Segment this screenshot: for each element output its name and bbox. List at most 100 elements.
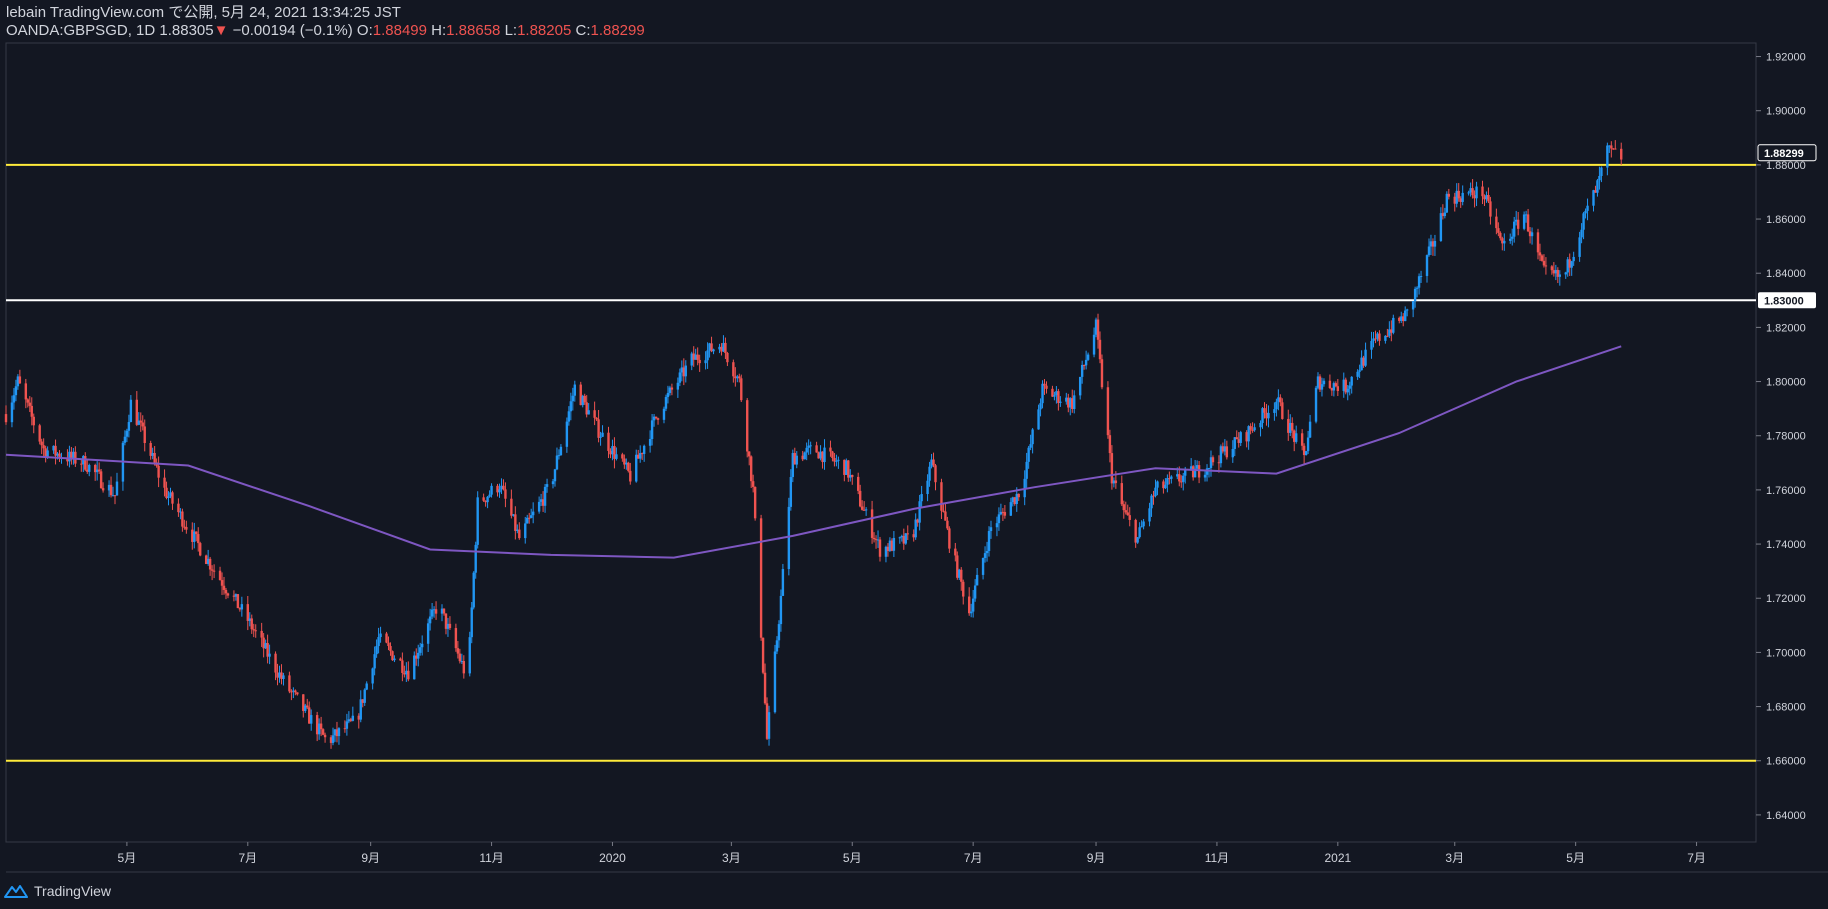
candle-body <box>1203 474 1207 478</box>
candle-body <box>555 455 559 470</box>
candle <box>662 406 666 424</box>
candle-body <box>1336 386 1340 391</box>
candle <box>149 440 152 460</box>
candle <box>1134 518 1137 548</box>
time-tick-label: 5月 <box>118 851 137 865</box>
tradingview-brand[interactable]: TradingView <box>4 880 111 902</box>
price-tick-label: 1.84000 <box>1766 268 1806 280</box>
candle-body <box>1564 272 1567 275</box>
time-tick-label: 5月 <box>1566 851 1585 865</box>
candle-body <box>1610 145 1613 149</box>
candle-body <box>537 501 541 512</box>
candle-body <box>1356 371 1359 377</box>
candle-body <box>864 509 868 511</box>
price-tick-label: 1.70000 <box>1766 647 1806 659</box>
candle-body <box>872 537 876 540</box>
candle-body <box>1584 210 1587 214</box>
candle-body <box>795 455 798 465</box>
candle <box>448 616 452 631</box>
candle <box>1501 236 1504 251</box>
candle-body <box>371 668 374 684</box>
candle-body <box>1404 310 1407 322</box>
candle <box>898 536 902 544</box>
candle-body <box>46 450 49 458</box>
candle-body <box>1259 423 1262 428</box>
candle-body <box>1457 190 1460 199</box>
candle <box>684 360 687 383</box>
candle <box>761 637 765 675</box>
candle-body <box>860 506 864 510</box>
candle-body <box>829 447 832 452</box>
price-chart[interactable]: 1.64000 1.66000 1.68000 1.70000 1.72000 1.740… <box>0 0 1828 909</box>
candle-body <box>40 441 43 446</box>
candle-body <box>1037 409 1040 430</box>
candle-body <box>627 462 630 471</box>
candle-body <box>84 456 87 470</box>
candle-body <box>254 630 257 632</box>
candle-body <box>181 511 184 527</box>
candle <box>250 614 253 634</box>
candle <box>870 500 874 544</box>
candle-body <box>1108 435 1112 454</box>
candle-body <box>1417 276 1421 288</box>
candle-body <box>428 616 432 624</box>
candle-body <box>823 447 826 463</box>
candle <box>1526 208 1530 233</box>
candle <box>1314 385 1318 424</box>
candle <box>526 514 529 524</box>
candle-body <box>157 465 160 478</box>
candle <box>555 447 559 471</box>
candle-body <box>1614 148 1617 150</box>
chart-frame <box>5 42 1828 873</box>
candle-body <box>1178 474 1181 482</box>
candle-body <box>1320 384 1324 390</box>
candle <box>1120 475 1123 507</box>
candle-body <box>1580 229 1583 238</box>
candle-body <box>1606 145 1609 168</box>
candle-body <box>946 520 949 529</box>
candle-body <box>954 548 957 556</box>
candle-body <box>1156 481 1159 488</box>
candle-body <box>434 609 438 614</box>
candle <box>266 634 269 664</box>
candle-body <box>932 459 935 466</box>
candle <box>518 522 521 540</box>
candle-body <box>12 395 16 403</box>
candle-body <box>878 539 882 557</box>
candle <box>914 513 917 540</box>
candle <box>1100 354 1104 390</box>
candle <box>803 451 806 460</box>
candle <box>486 495 489 509</box>
candle-body <box>139 420 142 423</box>
candle-body <box>724 342 727 353</box>
candle-body <box>789 477 793 507</box>
candle-body <box>1154 487 1157 497</box>
candle-body <box>1253 427 1256 431</box>
candle <box>1295 425 1298 444</box>
candle-body <box>1273 409 1276 413</box>
candle <box>1267 405 1270 428</box>
candle-body <box>989 527 993 532</box>
candle-body <box>177 503 180 513</box>
candle <box>1197 461 1201 484</box>
candle-body <box>32 416 35 426</box>
candle-body <box>1122 504 1125 511</box>
candle <box>109 476 113 498</box>
candle <box>997 507 1001 531</box>
candle <box>177 498 180 517</box>
candle-body <box>1370 340 1373 350</box>
candle-body <box>296 692 299 695</box>
candle-body <box>468 637 471 674</box>
candle-body <box>1586 205 1589 211</box>
candle-body <box>1513 221 1516 237</box>
candle-body <box>14 386 18 396</box>
candle-body <box>1106 387 1110 436</box>
price-tick-label: 1.68000 <box>1766 702 1806 714</box>
candle-body <box>1275 401 1278 410</box>
candle-body <box>934 465 937 483</box>
candle-body <box>486 496 489 503</box>
candle <box>54 439 57 465</box>
candle-body <box>99 471 103 489</box>
price-tick-label: 1.76000 <box>1766 485 1806 497</box>
candle-body <box>995 523 999 528</box>
